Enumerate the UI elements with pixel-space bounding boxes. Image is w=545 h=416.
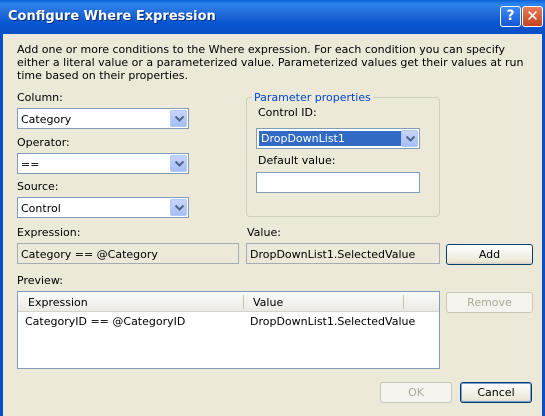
close-icon[interactable]: ✕ (522, 6, 543, 27)
window-frame-left (0, 34, 3, 416)
cancel-button[interactable]: Cancel (460, 382, 532, 403)
chevron-down-icon[interactable] (170, 199, 187, 216)
chevron-down-icon[interactable] (170, 155, 187, 172)
chevron-down-icon[interactable] (401, 130, 418, 147)
value-label: Value: (247, 226, 281, 239)
expression-field: Category == @Category (17, 243, 239, 264)
column-value: Category (21, 113, 72, 126)
column-header-expression[interactable]: Expression (28, 296, 88, 309)
ok-button[interactable]: OK (380, 382, 452, 403)
column-divider[interactable] (403, 295, 404, 309)
control-id-label: Control ID: (258, 106, 317, 119)
column-divider[interactable] (243, 295, 244, 309)
expression-label: Expression: (17, 226, 81, 239)
remove-button[interactable]: Remove (446, 292, 533, 313)
control-id-value: DropDownList1 (259, 131, 401, 146)
operator-label: Operator: (17, 136, 70, 149)
source-dropdown[interactable]: Control (17, 197, 189, 218)
column-dropdown[interactable]: Category (17, 108, 189, 129)
value-value: DropDownList1.SelectedValue (250, 248, 416, 261)
operator-value: == (21, 158, 40, 171)
list-item-expression[interactable]: CategoryID == @CategoryID (25, 315, 185, 328)
source-value: Control (21, 202, 61, 215)
control-id-dropdown[interactable]: DropDownList1 (256, 128, 420, 149)
parameter-properties-title: Parameter properties (252, 91, 373, 104)
preview-header: Expression Value (18, 292, 439, 312)
column-header-value[interactable]: Value (253, 296, 283, 309)
title-bar: Configure Where Expression ? ✕ (0, 0, 545, 34)
add-button[interactable]: Add (446, 244, 533, 265)
column-label: Column: (17, 91, 63, 104)
preview-list[interactable]: Expression Value CategoryID == @Category… (17, 291, 440, 369)
description-text: Add one or more conditions to the Where … (17, 43, 524, 82)
list-item-value[interactable]: DropDownList1.SelectedValue (250, 315, 415, 328)
preview-label: Preview: (17, 274, 63, 287)
default-value-input[interactable] (256, 172, 420, 193)
window-title: Configure Where Expression (8, 9, 216, 24)
help-icon[interactable]: ? (500, 6, 521, 27)
value-field: DropDownList1.SelectedValue (246, 243, 440, 264)
default-value-label: Default value: (258, 154, 336, 167)
chevron-down-icon[interactable] (170, 110, 187, 127)
operator-dropdown[interactable]: == (17, 153, 189, 174)
expression-value: Category == @Category (21, 248, 158, 261)
source-label: Source: (17, 180, 59, 193)
